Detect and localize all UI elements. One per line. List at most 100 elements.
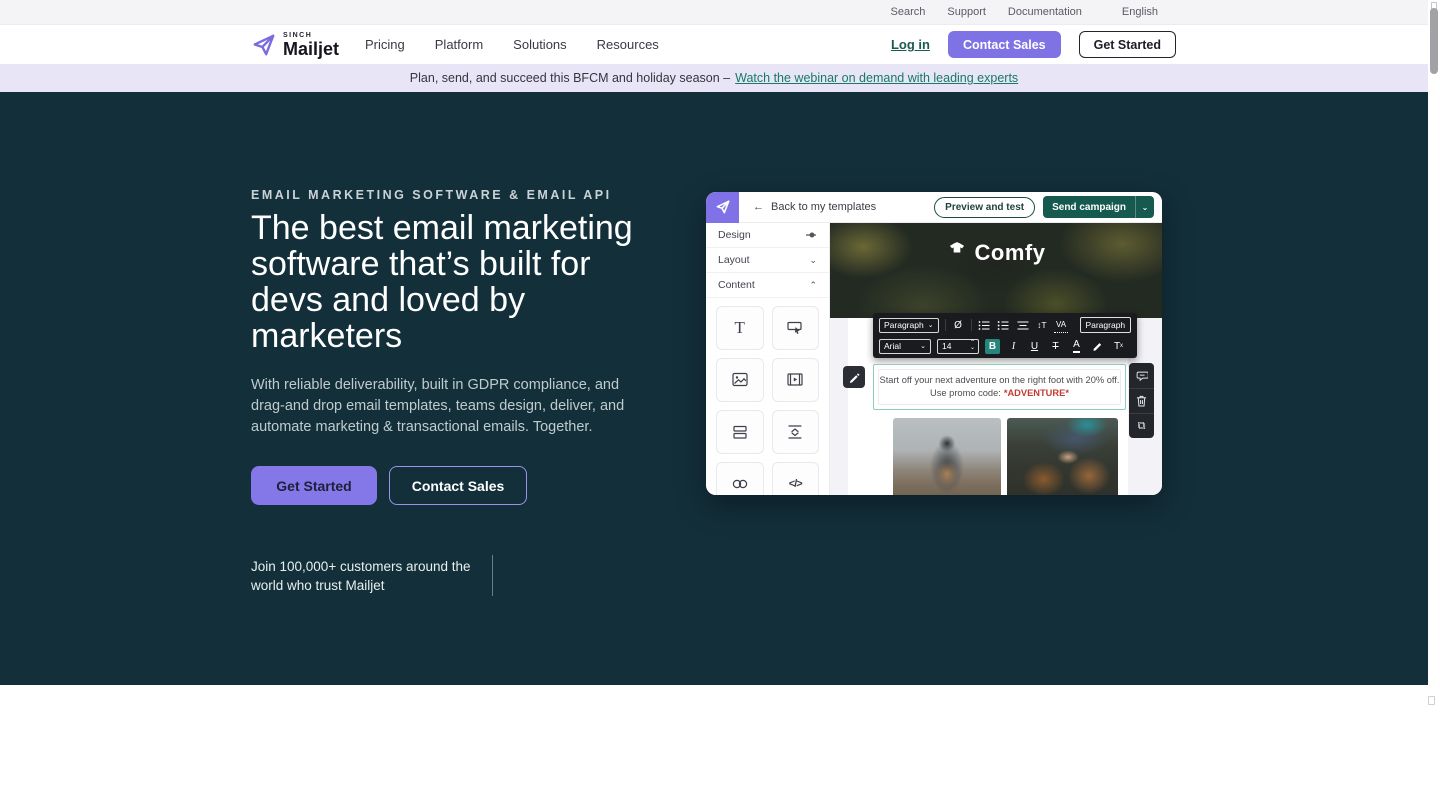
- section-block-icon: [731, 423, 749, 441]
- utility-link-documentation[interactable]: Documentation: [1008, 6, 1082, 18]
- scrollbar-thumb[interactable]: [1430, 8, 1438, 74]
- promo-code: *ADVENTURE*: [1004, 388, 1069, 398]
- nav-contact-sales-button[interactable]: Contact Sales: [948, 31, 1061, 58]
- vertical-divider: [492, 555, 493, 596]
- below-fold-section: [0, 685, 1428, 810]
- image-block-tile[interactable]: [716, 358, 764, 402]
- font-family-select[interactable]: Arial ⌄: [879, 339, 931, 354]
- chevron-down-icon: ⌄: [928, 321, 934, 329]
- editor-sidebar: Design Layout ⌄ Content: [706, 223, 830, 495]
- hero-contact-sales-button[interactable]: Contact Sales: [389, 466, 527, 505]
- chevron-down-icon: ⌄: [920, 342, 926, 350]
- utility-link-support[interactable]: Support: [947, 6, 986, 18]
- language-selector[interactable]: English: [1122, 6, 1158, 18]
- sidebar-section-design[interactable]: Design: [706, 223, 829, 248]
- back-arrow-icon: ←: [753, 201, 764, 213]
- preview-and-test-button[interactable]: Preview and test: [934, 197, 1035, 218]
- page-edge-mark: [1428, 696, 1435, 705]
- nav-links: Pricing Platform Solutions Resources: [365, 37, 659, 52]
- description-line: automate marketing & transactional email…: [251, 417, 624, 438]
- bold-button[interactable]: B: [985, 339, 1000, 354]
- back-to-templates-button[interactable]: ← Back to my templates: [753, 201, 876, 213]
- editor-logo-square[interactable]: [706, 192, 739, 223]
- bullet-list-icon[interactable]: [978, 318, 991, 333]
- comment-button[interactable]: [1129, 363, 1154, 388]
- paper-plane-icon: [251, 32, 277, 58]
- link-icon[interactable]: Ø: [951, 318, 964, 333]
- numbered-list-icon[interactable]: [997, 318, 1010, 333]
- spacer-block-tile[interactable]: [772, 410, 820, 454]
- email-image-backpacker[interactable]: [893, 418, 1001, 495]
- content-block-grid: T: [706, 298, 829, 495]
- sidebar-section-content[interactable]: Content ⌃: [706, 273, 829, 298]
- mailjet-logo[interactable]: SINCH Mailjet: [251, 32, 339, 58]
- code-block-icon: </>: [789, 478, 802, 490]
- duplicate-button[interactable]: ⧉: [1129, 413, 1154, 438]
- chevron-down-icon[interactable]: ⌄: [1136, 203, 1154, 212]
- editor-topbar: ← Back to my templates Preview and test …: [706, 192, 1162, 223]
- section-block-tile[interactable]: [716, 410, 764, 454]
- letter-spacing-icon[interactable]: VA: [1054, 318, 1067, 333]
- code-block-tile[interactable]: </>: [772, 462, 820, 495]
- paper-plane-icon: [715, 199, 731, 215]
- font-size-stepper[interactable]: 14 ⌃ ⌄: [937, 339, 979, 354]
- hero-section: EMAIL MARKETING SOFTWARE & EMAIL API The…: [0, 92, 1428, 685]
- text-block-icon: T: [735, 318, 745, 338]
- nav-item-solutions[interactable]: Solutions: [513, 37, 566, 52]
- highlight-pen-icon[interactable]: [1090, 339, 1105, 354]
- font-color-button[interactable]: A: [1069, 339, 1084, 354]
- nav-get-started-button[interactable]: Get Started: [1079, 31, 1176, 58]
- nav-item-pricing[interactable]: Pricing: [365, 37, 405, 52]
- announcement-link[interactable]: Watch the webinar on demand with leading…: [735, 71, 1018, 85]
- tshirt-icon: [947, 240, 967, 260]
- hero-get-started-button[interactable]: Get Started: [251, 466, 377, 505]
- brand-sinch: SINCH: [283, 32, 339, 39]
- block-actions-toolbar: ⧉: [1129, 363, 1154, 438]
- hero-eyebrow: EMAIL MARKETING SOFTWARE & EMAIL API: [251, 188, 612, 202]
- announcement-text: Plan, send, and succeed this BFCM and ho…: [410, 71, 730, 85]
- email-copy-line: Start off your next adventure on the rig…: [880, 375, 1120, 386]
- hero-description: With reliable deliverability, built in G…: [251, 375, 624, 438]
- nav-item-resources[interactable]: Resources: [597, 37, 659, 52]
- social-block-tile[interactable]: [716, 462, 764, 495]
- email-image-boots[interactable]: [1007, 418, 1118, 495]
- login-link[interactable]: Log in: [891, 37, 930, 52]
- pencil-icon: [849, 372, 860, 383]
- utility-link-search[interactable]: Search: [891, 6, 926, 18]
- social-proof-text: Join 100,000+ customers around the world…: [251, 557, 471, 595]
- selected-text-block[interactable]: Start off your next adventure on the rig…: [873, 364, 1126, 410]
- email-editor-screenshot: ← Back to my templates Preview and test …: [706, 192, 1162, 495]
- image-block-icon: [731, 371, 749, 389]
- template-header-image[interactable]: Comfy: [830, 223, 1162, 318]
- title-line: software that’s built for: [251, 246, 633, 282]
- video-block-icon: [786, 371, 804, 389]
- nav-item-platform[interactable]: Platform: [435, 37, 483, 52]
- chevron-down-icon: ⌄: [809, 255, 817, 266]
- paragraph-style-select[interactable]: Paragraph ⌄: [879, 318, 939, 333]
- clear-formatting-button[interactable]: Tx: [1111, 339, 1126, 354]
- edit-block-button[interactable]: [843, 366, 865, 388]
- underline-button[interactable]: U: [1027, 339, 1042, 354]
- page: Search Support Documentation English SIN…: [0, 0, 1440, 810]
- block-type-label[interactable]: Paragraph: [1080, 317, 1131, 333]
- stepper-down-icon[interactable]: ⌄: [970, 346, 975, 351]
- description-line: With reliable deliverability, built in G…: [251, 375, 624, 396]
- italic-button[interactable]: I: [1006, 339, 1021, 354]
- formatting-toolbar: Paragraph ⌄ Ø: [873, 313, 1137, 358]
- video-block-tile[interactable]: [772, 358, 820, 402]
- button-block-icon: [786, 319, 804, 337]
- align-icon[interactable]: [1016, 318, 1029, 333]
- send-campaign-button[interactable]: Send campaign ⌄: [1043, 196, 1154, 218]
- line-height-icon[interactable]: ↕T: [1035, 318, 1048, 333]
- button-block-tile[interactable]: [772, 306, 820, 350]
- scrollbar-track: [1428, 0, 1440, 810]
- text-block-tile[interactable]: T: [716, 306, 764, 350]
- title-line: The best email marketing: [251, 210, 633, 246]
- chevron-up-icon: ⌃: [809, 280, 817, 291]
- main-nav: SINCH Mailjet Pricing Platform Solutions…: [0, 25, 1428, 64]
- design-settings-icon: [805, 231, 817, 239]
- delete-button[interactable]: [1129, 388, 1154, 413]
- editor-canvas-area: Comfy Paragraph ⌄ Ø: [830, 223, 1162, 495]
- sidebar-section-layout[interactable]: Layout ⌄: [706, 248, 829, 273]
- strikethrough-button[interactable]: T: [1048, 339, 1063, 354]
